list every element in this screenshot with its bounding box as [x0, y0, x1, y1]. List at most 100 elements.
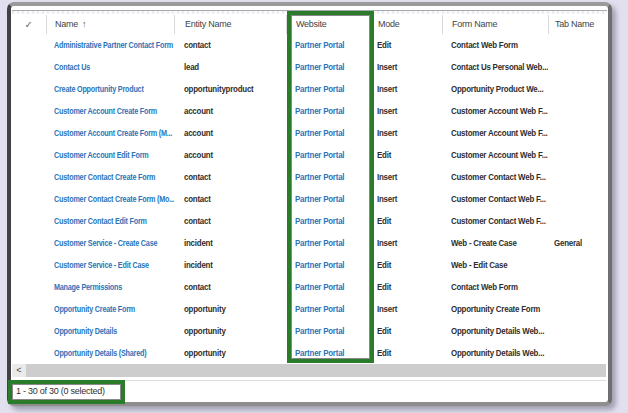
cell-text: incident	[184, 232, 213, 254]
cell-text: Contact Web Form	[451, 34, 518, 56]
cell-text: contact	[184, 34, 211, 56]
column-header-mode[interactable]: Mode	[373, 15, 442, 34]
column-header-form[interactable]: Form Name	[442, 15, 548, 34]
record-name-link[interactable]: Create Opportunity Product	[54, 78, 144, 100]
cell-tab	[548, 298, 606, 320]
record-name-link[interactable]: Customer Service - Edit Case	[54, 254, 149, 276]
cell-text: Customer Account Web F...	[451, 122, 548, 144]
record-name-link[interactable]: Contact Us	[54, 56, 90, 78]
cell-name: Customer Service - Edit Case	[46, 254, 174, 276]
status-highlight-box	[8, 380, 125, 404]
cell-text: Edit	[377, 34, 391, 56]
cell-text: Insert	[377, 166, 397, 188]
record-name-link[interactable]: Opportunity Details	[54, 320, 117, 342]
scrollbar-thumb[interactable]	[26, 364, 606, 377]
cell-check	[11, 210, 46, 232]
cell-tab	[548, 78, 606, 100]
website-column-highlight-box	[287, 11, 374, 363]
column-header-tab[interactable]: Tab Name	[548, 15, 606, 34]
record-name-link[interactable]: Manage Permissions	[54, 276, 122, 298]
horizontal-scrollbar[interactable]: <	[12, 364, 606, 377]
cell-form: Customer Account Web F...	[442, 144, 548, 166]
cell-mode: Insert	[373, 298, 442, 320]
column-header-name[interactable]: Name↑	[46, 15, 174, 34]
cell-text: Customer Account Web F...	[451, 144, 548, 166]
record-name-link[interactable]: Administrative Partner Contact Form	[54, 34, 173, 56]
cell-form: Opportunity Create Form	[442, 298, 548, 320]
cell-name: Contact Us	[46, 56, 174, 78]
cell-mode: Edit	[373, 210, 442, 232]
cell-entity: contact	[174, 188, 286, 210]
cell-check	[11, 144, 46, 166]
cell-tab	[548, 166, 606, 188]
cell-text: Insert	[377, 56, 397, 78]
cell-text: contact	[184, 166, 211, 188]
cell-text: Web - Create Case	[451, 232, 517, 254]
record-name-link[interactable]: Customer Contact Create Form	[54, 166, 155, 188]
cell-tab	[548, 276, 606, 298]
cell-tab	[548, 56, 606, 78]
cell-name: Manage Permissions	[46, 276, 174, 298]
cell-mode: Edit	[373, 34, 442, 56]
cell-text: Customer Contact Web F...	[451, 210, 546, 232]
cell-text: Edit	[377, 342, 391, 364]
cell-tab	[548, 34, 606, 56]
cell-text: lead	[184, 56, 199, 78]
cell-form: Customer Contact Web F...	[442, 188, 548, 210]
record-name-link[interactable]: Customer Contact Edit Form	[54, 210, 147, 232]
cell-text: Insert	[377, 78, 397, 100]
record-name-link[interactable]: Opportunity Create Form	[54, 298, 135, 320]
record-name-link[interactable]: Customer Account Create Form (M...	[54, 122, 172, 144]
record-name-link[interactable]: Customer Contact Create Form (Mo...	[54, 188, 174, 210]
cell-tab: General	[548, 232, 606, 254]
cell-entity: contact	[174, 276, 286, 298]
column-label-entity: Entity Name	[185, 19, 231, 29]
cell-text: Opportunity Create Form	[451, 298, 540, 320]
cell-text: opportunity	[184, 298, 226, 320]
cell-mode: Edit	[373, 320, 442, 342]
scroll-left-button[interactable]: <	[12, 364, 26, 377]
select-all-check-icon[interactable]: ✓	[24, 19, 32, 30]
cell-tab	[548, 188, 606, 210]
cell-text: Customer Contact Web F...	[451, 188, 546, 210]
column-label-form: Form Name	[452, 19, 497, 29]
record-name-link[interactable]: Customer Service - Create Case	[54, 232, 157, 254]
column-header-entity[interactable]: Entity Name	[174, 15, 286, 34]
cell-text: Insert	[377, 100, 397, 122]
cell-text: Edit	[377, 144, 391, 166]
cell-text: opportunity	[184, 342, 226, 364]
cell-entity: incident	[174, 232, 286, 254]
cell-form: Web - Create Case	[442, 232, 548, 254]
cell-text: incident	[184, 254, 213, 276]
cell-form: Contact Web Form	[442, 276, 548, 298]
cell-text: Insert	[377, 232, 397, 254]
record-name-link[interactable]: Customer Account Edit Form	[54, 144, 149, 166]
record-name-link[interactable]: Customer Account Create Form	[54, 100, 157, 122]
cell-check	[11, 56, 46, 78]
cell-name: Customer Contact Edit Form	[46, 210, 174, 232]
cell-check	[11, 298, 46, 320]
cell-mode: Edit	[373, 276, 442, 298]
cell-mode: Insert	[373, 56, 442, 78]
cell-mode: Edit	[373, 342, 442, 364]
cell-tab	[548, 320, 606, 342]
cell-check	[11, 78, 46, 100]
cell-check	[11, 276, 46, 298]
cell-check	[11, 232, 46, 254]
cell-entity: contact	[174, 210, 286, 232]
cell-check	[11, 254, 46, 276]
cell-entity: contact	[174, 34, 286, 56]
cell-text: Opportunity Product We...	[451, 78, 543, 100]
cell-check	[11, 100, 46, 122]
column-label-mode: Mode	[378, 19, 400, 29]
cell-text: Edit	[377, 210, 391, 232]
cell-tab	[548, 342, 606, 364]
cell-form: Customer Contact Web F...	[442, 166, 548, 188]
column-header-check[interactable]: ✓	[11, 15, 46, 34]
cell-entity: opportunity	[174, 298, 286, 320]
record-name-link[interactable]: Opportunity Details (Shared)	[54, 342, 146, 364]
cell-name: Opportunity Details (Shared)	[46, 342, 174, 364]
cell-text: Customer Account Web F...	[451, 100, 548, 122]
cell-check	[11, 166, 46, 188]
cell-text: Opportunity Details Web...	[451, 342, 544, 364]
